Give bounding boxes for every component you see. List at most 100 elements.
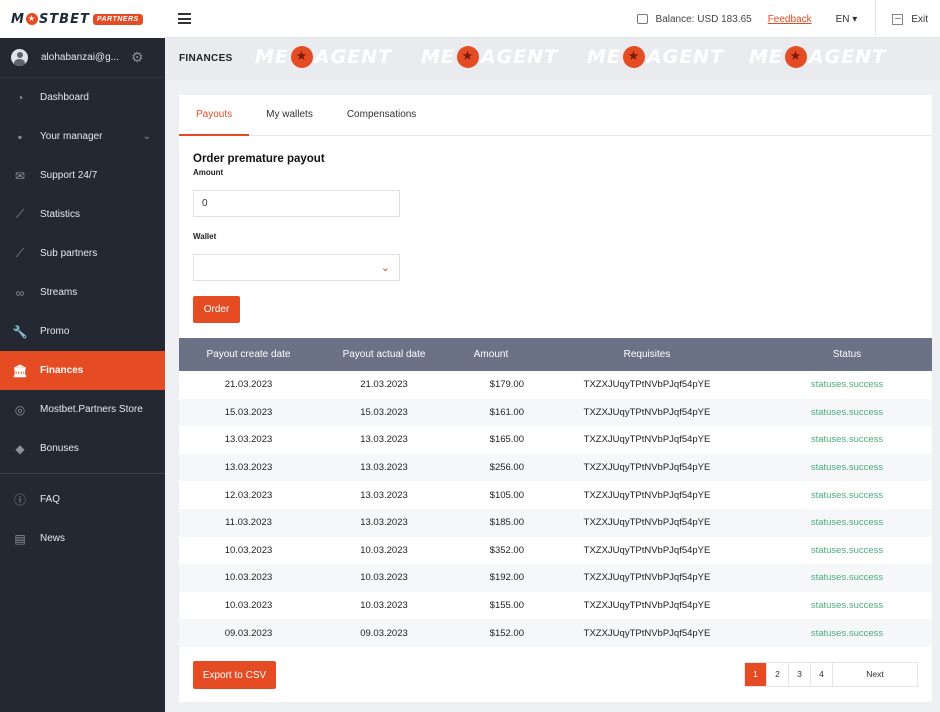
star-icon: ★ xyxy=(784,46,807,68)
table-cell: $352.00 xyxy=(489,544,524,556)
table-cell: TXZXJUqyTPtNVbPJqf54pYE xyxy=(583,462,711,474)
amount-field[interactable]: 0 xyxy=(193,190,400,217)
chevron-down-icon: ⌄ xyxy=(380,262,390,274)
star-icon: ★ xyxy=(622,46,645,68)
star-icon: ★ xyxy=(290,46,313,68)
pagination: 1 2 3 4 Next xyxy=(744,662,918,687)
language-selector[interactable]: EN ▾ xyxy=(836,14,858,25)
table-cell: 15.03.2023 xyxy=(360,406,408,418)
feedback-link[interactable]: Feedback xyxy=(768,14,812,25)
table-cell: statuses.success xyxy=(810,489,884,501)
table-cell: $179.00 xyxy=(489,379,524,391)
column-header[interactable]: Requisites xyxy=(532,349,762,360)
table-row: 09.03.2023 09.03.2023 $152.00 TXZXJUqyTPtNV… xyxy=(179,619,932,647)
column-header[interactable]: Amount xyxy=(450,349,532,360)
table-cell: TXZXJUqyTPtNVbPJqf54pYE xyxy=(583,627,711,639)
sidebar-item-label: Finances xyxy=(40,365,84,376)
table-cell: statuses.success xyxy=(810,406,884,418)
table-cell: $185.00 xyxy=(489,517,524,529)
payouts-table: Payout create date Payout actual date Am… xyxy=(179,338,932,647)
table-cell: 13.03.2023 xyxy=(224,434,273,446)
logo-badge: PARTNERS xyxy=(92,13,143,25)
watermark-text: AGENT xyxy=(480,46,559,68)
logo-star-icon: ★ xyxy=(25,13,38,25)
top-bar: M ★ STBET PARTNERS Balance: USD 183.65 Fee… xyxy=(0,0,940,38)
table-cell: statuses.success xyxy=(810,434,884,446)
brand-logo[interactable]: M ★ STBET PARTNERS xyxy=(0,0,165,38)
sidebar-item-label: Mostbet.Partners Store xyxy=(40,404,143,415)
table-cell: TXZXJUqyTPtNVbPJqf54pYE xyxy=(583,489,711,501)
watermark-text: AGENT xyxy=(808,46,887,68)
watermark-logo: ME ★ AGENT xyxy=(421,46,558,68)
table-cell: TXZXJUqyTPtNVbPJqf54pYE xyxy=(583,572,711,584)
sidebar-item-promo[interactable]: 🔧 Promo xyxy=(0,312,165,351)
sidebar-item-news[interactable]: ▤ News xyxy=(0,519,165,558)
table-cell: 13.03.2023 xyxy=(360,462,408,474)
tab-my-wallets[interactable]: My wallets xyxy=(249,95,330,136)
table-header: Payout create date Payout actual date Am… xyxy=(179,338,932,371)
watermark-text: AGENT xyxy=(646,46,725,68)
sidebar-item-label: Promo xyxy=(40,326,70,337)
tab-payouts[interactable]: Payouts xyxy=(179,95,250,136)
sidebar-item-sub-partners[interactable]: ⟋ Sub partners xyxy=(0,234,165,273)
sidebar-item-mostbet-partners-store[interactable]: ◎ Mostbet.Partners Store xyxy=(0,390,165,429)
table-cell: 09.03.2023 xyxy=(360,627,408,639)
next-page-button[interactable]: Next xyxy=(833,663,917,686)
table-cell: statuses.success xyxy=(810,544,884,556)
exit-icon xyxy=(892,13,904,25)
watermark-text: ME xyxy=(255,46,289,68)
sidebar-nav-bottom: ⓘ FAQ ▤ News xyxy=(0,480,165,558)
export-csv-button[interactable]: Export to CSV xyxy=(193,661,276,689)
table-cell: TXZXJUqyTPtNVbPJqf54pYE xyxy=(583,544,711,556)
table-cell: statuses.success xyxy=(810,572,884,584)
sidebar-item-support-24-7[interactable]: ✉ Support 24/7 xyxy=(0,156,165,195)
column-header[interactable]: Status xyxy=(762,349,932,360)
order-button[interactable]: Order xyxy=(193,296,240,323)
sidebar-item-statistics[interactable]: ⟋ Statistics xyxy=(0,195,165,234)
sidebar-item-bonuses[interactable]: ◆ Bonuses xyxy=(0,429,165,468)
menu-toggle-icon[interactable] xyxy=(178,13,191,24)
sidebar-item-dashboard[interactable]: ◔ Dashboard xyxy=(0,78,165,117)
table-cell: statuses.success xyxy=(810,379,884,391)
column-header[interactable]: Payout actual date xyxy=(318,349,450,360)
table-cell: 10.03.2023 xyxy=(360,544,408,556)
table-row: 21.03.2023 21.03.2023 $179.00 TXZXJUqyTPtNV… xyxy=(179,371,932,399)
table-cell: 10.03.2023 xyxy=(224,600,273,612)
sidebar-item-label: Dashboard xyxy=(40,92,89,103)
avatar[interactable] xyxy=(11,49,28,66)
page-1-button[interactable]: 1 xyxy=(745,663,767,686)
divider xyxy=(0,473,165,474)
store-icon: ◎ xyxy=(14,402,26,417)
chart-icon: ⟋ xyxy=(15,207,25,221)
table-cell: 09.03.2023 xyxy=(224,627,273,639)
sidebar-item-streams[interactable]: ∞ Streams xyxy=(0,273,165,312)
column-header[interactable]: Payout create date xyxy=(179,349,318,360)
table-cell: 13.03.2023 xyxy=(360,489,408,501)
table-cell: 10.03.2023 xyxy=(224,572,273,584)
wallet-select[interactable]: ⌄ xyxy=(193,254,400,281)
sidebar-item-faq[interactable]: ⓘ FAQ xyxy=(0,480,165,519)
tab-compensations[interactable]: Compensations xyxy=(330,95,433,136)
exit-label: Exit xyxy=(911,13,928,25)
sidebar-item-label: Support 24/7 xyxy=(40,170,98,181)
page-3-button[interactable]: 3 xyxy=(789,663,811,686)
exit-button[interactable]: Exit xyxy=(892,13,928,25)
tag-icon: ◆ xyxy=(15,441,25,456)
table-cell: $155.00 xyxy=(489,600,524,612)
sidebar-item-finances[interactable]: 🏛 Finances xyxy=(0,351,165,390)
news-icon: ▤ xyxy=(14,531,26,546)
table-body: 21.03.2023 21.03.2023 $179.00 TXZXJUqyTPtNV… xyxy=(179,371,932,647)
page-4-button[interactable]: 4 xyxy=(811,663,833,686)
table-cell: $105.00 xyxy=(489,489,524,501)
page-2-button[interactable]: 2 xyxy=(767,663,789,686)
watermark-text: ME xyxy=(587,46,621,68)
sidebar-item-label: Statistics xyxy=(40,209,81,220)
table-cell: 13.03.2023 xyxy=(224,462,273,474)
sidebar-item-your-manager[interactable]: ▪ Your manager ⌄ xyxy=(0,117,165,156)
page-title: FINANCES xyxy=(179,53,233,64)
table-cell: 10.03.2023 xyxy=(360,572,408,584)
gear-icon[interactable]: ⚙ xyxy=(131,49,144,66)
sidebar-item-label: Bonuses xyxy=(40,443,79,454)
table-cell: 10.03.2023 xyxy=(224,544,273,556)
mail-icon: ✉ xyxy=(14,168,26,183)
